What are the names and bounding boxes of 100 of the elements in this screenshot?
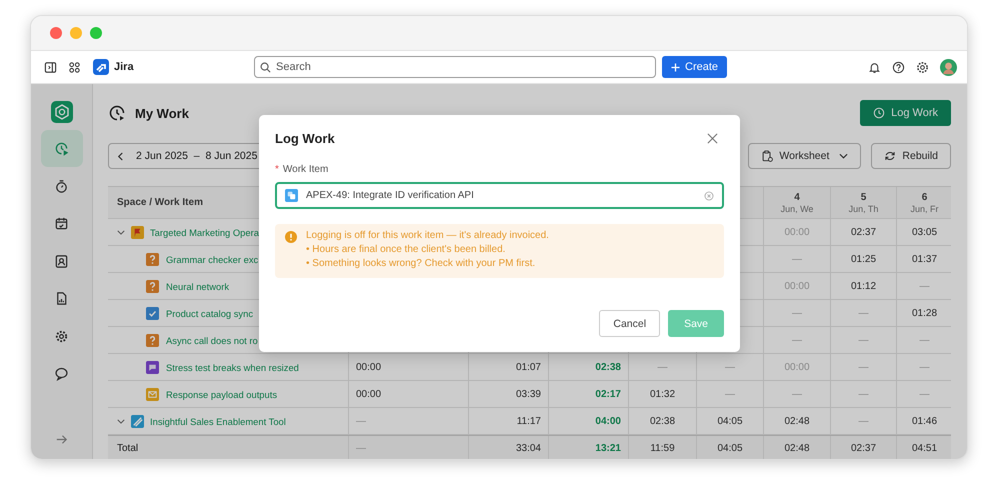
time-value: —: [920, 362, 930, 372]
time-value: 00:00: [784, 362, 810, 372]
time-value: —: [920, 388, 930, 400]
time-value: 04:00: [595, 416, 621, 426]
total-value: 04:05: [717, 443, 743, 454]
contact-card-icon: [54, 254, 69, 268]
total-value: —: [356, 443, 366, 454]
time-value: 04:05: [717, 416, 743, 426]
note-icon: [146, 360, 159, 374]
caret-icon: [839, 153, 848, 159]
total-value: 02:48: [784, 443, 810, 454]
envelope-icon: [146, 388, 159, 400]
app-logo-icon[interactable]: [93, 59, 109, 75]
work-item-field[interactable]: APEX-49: Integrate ID verification API: [275, 182, 724, 209]
time-value: —: [658, 362, 668, 372]
plus-icon: [671, 62, 680, 72]
day-number: 5: [860, 192, 866, 202]
clock-icon: [54, 141, 69, 156]
chat-icon: [54, 366, 69, 381]
cancel-button[interactable]: Cancel: [599, 310, 660, 337]
work-item-name[interactable]: Async call does not ro: [166, 334, 258, 346]
time-value: 01:37: [912, 254, 938, 264]
time-value: —: [356, 416, 366, 426]
app-name: Jira: [114, 61, 135, 73]
check-icon: [146, 306, 159, 320]
time-value: 01:25: [850, 254, 876, 264]
search-icon: [260, 62, 271, 72]
time-value: 02:48: [784, 416, 810, 426]
page-title: My Work: [135, 106, 189, 120]
time-value: —: [792, 388, 802, 400]
day-label: Jun, Th: [848, 204, 878, 214]
work-item-type-icon: [285, 189, 298, 202]
time-value: —: [920, 334, 930, 346]
settings-icon[interactable]: [916, 60, 929, 74]
total-label: Total: [117, 443, 138, 454]
time-value: 00:00: [784, 280, 810, 292]
clock-icon: [108, 104, 126, 122]
sidebar-toggle-icon[interactable]: [44, 60, 57, 74]
notifications-icon[interactable]: [868, 60, 881, 74]
question-icon: [146, 252, 159, 266]
time-value: 01:46: [912, 416, 938, 426]
log-work-button[interactable]: Log Work: [860, 100, 951, 126]
chevron-icon[interactable]: [117, 418, 125, 424]
dialog-title: Log Work: [275, 131, 335, 146]
search-field[interactable]: Search: [254, 56, 656, 78]
day-label: Jun, Fr: [910, 204, 938, 214]
settings-icon: [54, 328, 69, 344]
stopwatch-icon: [54, 178, 69, 194]
worksheet-dropdown[interactable]: Worksheet: [748, 143, 862, 169]
time-value: —: [858, 334, 868, 346]
time-value: —: [858, 388, 868, 400]
alert-message: Logging is off for this work item — it's already invoiced.: [306, 230, 549, 242]
work-item-name[interactable]: Stress test breaks when resized: [166, 362, 299, 372]
work-item-name[interactable]: Grammar checker exc: [166, 254, 258, 264]
time-value: —: [725, 388, 735, 400]
avatar-icon[interactable]: [940, 58, 957, 76]
time-value: —: [920, 280, 930, 292]
rebuild-button[interactable]: Rebuild: [871, 143, 951, 169]
app-logo-icon[interactable]: [50, 101, 72, 123]
previous-chevron-icon[interactable]: [117, 152, 124, 160]
total-value: 02:37: [850, 443, 876, 454]
apps-grid-icon[interactable]: [68, 60, 81, 74]
clipboard-icon: [761, 150, 774, 162]
time-value: 01:07: [516, 362, 541, 372]
chevron-icon[interactable]: [117, 230, 125, 234]
project-name[interactable]: Targeted Marketing Opera: [150, 226, 259, 238]
work-item-name[interactable]: Neural network: [166, 280, 230, 292]
time-value: 01:12: [850, 280, 876, 292]
column-header: Space / Work Item: [117, 197, 203, 208]
time-value: 02:38: [650, 416, 676, 426]
time-value: —: [792, 254, 802, 264]
time-value: —: [858, 308, 868, 318]
time-value: —: [858, 362, 868, 372]
time-value: 02:38: [595, 362, 621, 372]
time-value: 02:37: [850, 226, 876, 238]
field-label: Work Item: [282, 164, 328, 175]
help-icon[interactable]: [892, 60, 905, 74]
close-window-button[interactable]: [50, 27, 62, 39]
time-value: —: [725, 362, 735, 372]
time-value: 11:17: [516, 416, 541, 426]
flag-icon: [131, 226, 144, 238]
work-item-name[interactable]: Response payload outputs: [166, 388, 278, 400]
close-icon[interactable]: [707, 133, 718, 144]
time-value: 01:28: [912, 308, 938, 318]
time-value: —: [792, 308, 802, 318]
alert-point: • Something looks wrong? Check with your PM first.: [306, 258, 536, 270]
create-button[interactable]: Create: [662, 56, 728, 78]
day-label: Jun, We: [780, 204, 814, 214]
report-icon: [54, 291, 69, 306]
question-icon: [146, 334, 159, 346]
clock-icon: [873, 107, 886, 119]
time-value: 00:00: [356, 362, 382, 372]
total-value: 33:04: [516, 443, 541, 454]
day-number: 4: [794, 192, 800, 202]
project-name[interactable]: Insightful Sales Enablement Tool: [150, 416, 286, 426]
time-value: 02:17: [595, 388, 621, 400]
total-value: 04:51: [912, 443, 938, 454]
work-item-name[interactable]: Product catalog sync: [166, 308, 254, 318]
time-value: —: [858, 416, 868, 426]
time-value: 00:00: [356, 388, 382, 400]
